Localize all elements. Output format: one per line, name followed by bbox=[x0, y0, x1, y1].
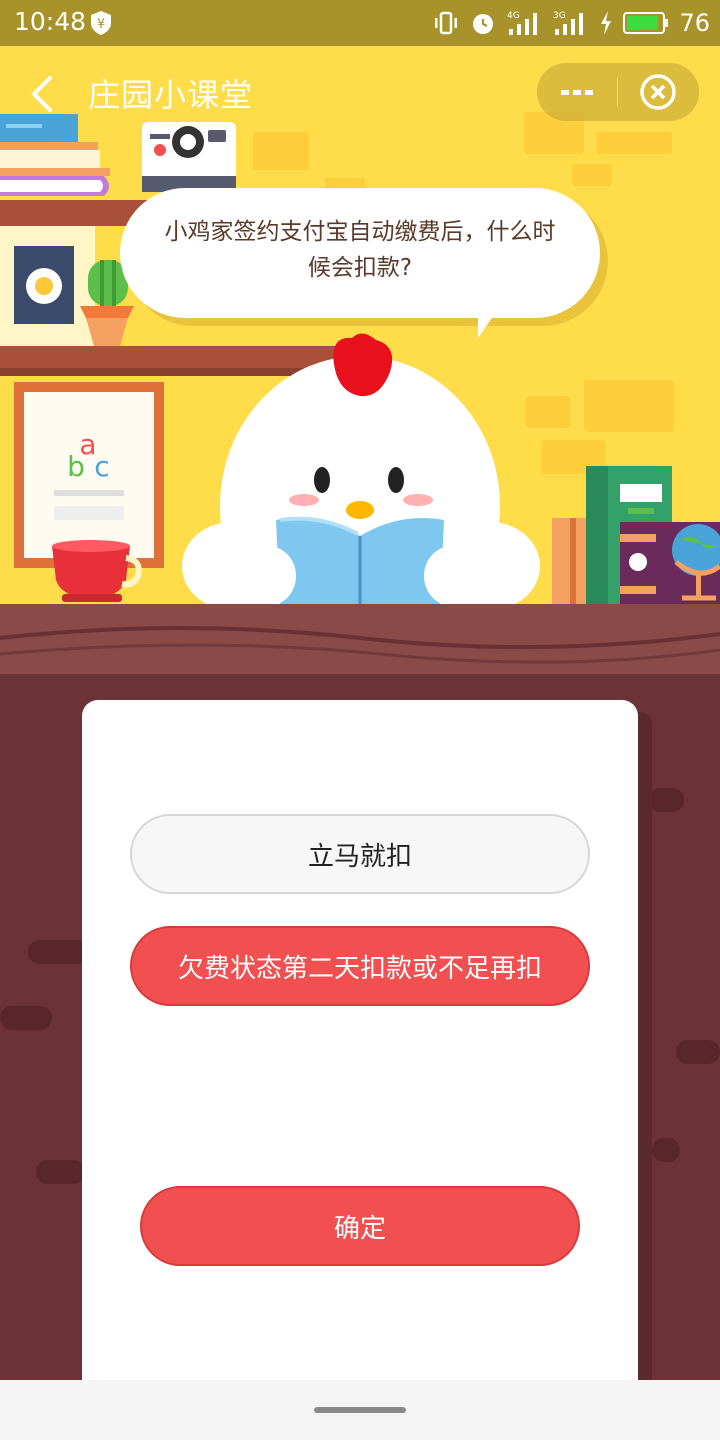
answer-option-1[interactable]: 立马就扣 bbox=[130, 814, 590, 894]
answer-card: 立马就扣 欠费状态第二天扣款或不足再扣 确定 bbox=[82, 700, 638, 1400]
svg-text:b: b bbox=[67, 450, 85, 483]
decor-dash bbox=[648, 788, 684, 812]
svg-text:c: c bbox=[94, 450, 109, 483]
svg-text:¥: ¥ bbox=[97, 17, 105, 32]
more-options-icon[interactable] bbox=[537, 63, 617, 121]
page-title: 庄园小课堂 bbox=[88, 76, 254, 114]
system-nav-bar bbox=[0, 1380, 720, 1440]
answer-option-2-selected[interactable]: 欠费状态第二天扣款或不足再扣 bbox=[130, 926, 590, 1006]
status-bar: 10:48 ¥ 4G 3G 76 bbox=[0, 0, 720, 46]
signal-4g-icon: 4G bbox=[507, 11, 538, 35]
scene-illustration: a b c 庄园小课堂 小鸡家签约支付宝自动缴费后，什么时候会扣款? bbox=[0, 46, 720, 606]
ground-strip bbox=[0, 604, 720, 674]
battery-icon bbox=[623, 12, 669, 34]
confirm-button[interactable]: 确定 bbox=[140, 1186, 580, 1266]
question-bubble: 小鸡家签约支付宝自动缴费后，什么时候会扣款? bbox=[120, 188, 600, 318]
status-icons: 4G 3G 76 bbox=[433, 8, 710, 38]
alarm-icon bbox=[473, 14, 494, 34]
close-mini-program-icon[interactable] bbox=[618, 63, 699, 121]
mini-program-capsule bbox=[537, 63, 699, 121]
payment-shield-icon: ¥ bbox=[91, 11, 111, 35]
back-arrow-icon[interactable] bbox=[26, 72, 62, 116]
bubble-tail bbox=[478, 312, 496, 338]
decor-dash bbox=[0, 1006, 52, 1030]
decor-dash bbox=[676, 1040, 720, 1064]
decor-dash bbox=[652, 1138, 680, 1162]
svg-text:3G: 3G bbox=[553, 11, 566, 21]
vibrate-icon bbox=[435, 11, 458, 35]
home-indicator[interactable] bbox=[314, 1407, 406, 1413]
svg-text:4G: 4G bbox=[507, 11, 520, 21]
signal-3g-icon: 3G bbox=[553, 11, 584, 35]
decor-dash bbox=[36, 1160, 86, 1184]
scene-art: a b c bbox=[0, 114, 720, 606]
charging-icon bbox=[601, 11, 612, 35]
status-time: 10:48 bbox=[14, 7, 87, 36]
battery-level: 76 bbox=[679, 9, 710, 37]
question-text: 小鸡家签约支付宝自动缴费后，什么时候会扣款? bbox=[164, 219, 556, 281]
decor-dash bbox=[28, 940, 88, 964]
